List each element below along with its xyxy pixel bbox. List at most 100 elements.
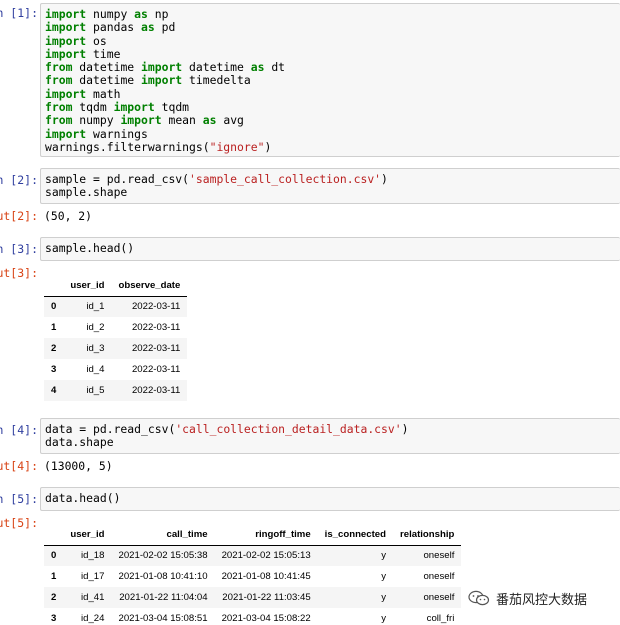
code-token: sample = pd.read_csv( xyxy=(45,172,190,186)
column-header: call_time xyxy=(111,524,215,546)
table-cell: 2021-01-08 10:41:10 xyxy=(118,571,208,582)
column-header: user_id xyxy=(63,275,112,297)
code-token: from xyxy=(45,100,73,115)
code-token: from xyxy=(45,60,73,75)
code-token: ) xyxy=(401,422,409,436)
code-line: from tqdm import tqdm xyxy=(45,100,616,115)
code-token: tqdm xyxy=(154,100,190,115)
code-token: from xyxy=(45,113,73,128)
code-token: 'call_collection_detail_data.csv' xyxy=(175,422,402,436)
code-cell-5[interactable]: data.head() xyxy=(40,487,620,511)
code-cell-3[interactable]: sample.head() xyxy=(40,237,620,261)
row-index: 3 xyxy=(51,364,57,375)
code-token: numpy xyxy=(86,7,135,21)
code-cell-1[interactable]: import numpy as np import pandas as pd imp… xyxy=(40,3,620,157)
table-cell: id_4 xyxy=(86,364,105,375)
code-line: import warnings xyxy=(45,126,616,141)
code-token: pd xyxy=(154,20,176,35)
input-prompt-1: In [1]: xyxy=(0,6,38,20)
column-header: observe_date xyxy=(111,275,188,297)
code-token: time xyxy=(86,46,121,61)
code-line: import time xyxy=(45,46,616,61)
row-index: 1 xyxy=(51,322,57,333)
code-token: sample.head() xyxy=(45,241,135,255)
table-cell: 2022-03-11 xyxy=(131,301,181,313)
row-index: 0 xyxy=(51,301,57,313)
table-row: 0 id_18 2021-02-02 15:05:38 2021-02-02 15:0… xyxy=(44,545,462,566)
code-token: as xyxy=(134,7,148,21)
code-token: datetime xyxy=(182,60,251,75)
table-cell: id_18 xyxy=(81,550,105,562)
code-token: ) xyxy=(381,172,388,186)
table-cell: id_17 xyxy=(81,571,105,582)
dataframe-table-5: user_id call_time ringoff_time is_connected… xyxy=(44,524,462,625)
row-index: 1 xyxy=(51,571,57,582)
code-token: "ignore" xyxy=(209,139,265,154)
code-token: warnings xyxy=(86,126,148,141)
code-line: warnings.filterwarnings("ignore") xyxy=(45,139,616,154)
table-cell: id_1 xyxy=(86,301,105,313)
code-token: import xyxy=(45,33,87,48)
code-token: 'sample_call_collection.csv' xyxy=(189,172,382,186)
code-token: numpy xyxy=(72,113,121,128)
table-cell: oneself xyxy=(423,571,455,582)
output-text-4: (13000, 5) xyxy=(44,459,113,473)
code-line: from numpy import mean as avg xyxy=(45,114,616,127)
column-header: ringoff_time xyxy=(214,524,318,546)
row-index: 0 xyxy=(51,550,57,562)
table-cell: 2021-01-08 10:41:45 xyxy=(221,571,311,582)
table-cell: 2022-03-11 xyxy=(131,343,181,354)
code-cell-2[interactable]: sample = pd.read_csv('sample_call_collec… xyxy=(40,168,620,204)
dataframe-table-3: user_id observe_date 0 id_1 2022-03-11 1 id_2 2… xyxy=(44,275,188,401)
code-line: data.shape xyxy=(45,436,616,449)
code-token: as xyxy=(250,60,265,75)
table-cell: oneself xyxy=(423,550,455,562)
table-cell: id_5 xyxy=(86,385,105,396)
code-line: from datetime import timedelta xyxy=(45,74,616,87)
code-line: data = pd.read_csv('call_collection_deta… xyxy=(45,422,616,436)
table-cell: id_2 xyxy=(86,322,105,333)
input-prompt-4: In [4]: xyxy=(0,423,38,437)
code-token: data.head() xyxy=(45,491,121,505)
table-cell: 2021-01-22 11:04:04 xyxy=(119,592,208,603)
code-token: import xyxy=(113,100,155,115)
row-index: 4 xyxy=(51,385,57,396)
code-token: import xyxy=(45,46,87,61)
code-line: import math xyxy=(45,86,616,101)
column-header: is_connected xyxy=(317,524,393,546)
table-row: 2 id_41 2021-01-22 11:04:04 2021-01-22 11:0… xyxy=(44,587,462,608)
code-token: datetime xyxy=(72,73,142,88)
table-cell: id_41 xyxy=(81,592,105,603)
table-cell: oneself xyxy=(423,592,455,603)
code-token: datetime xyxy=(72,60,142,75)
table-row: 2 id_3 2022-03-11 xyxy=(44,338,188,359)
table-cell: y xyxy=(381,571,386,582)
table-cell: 2021-01-22 11:03:45 xyxy=(222,592,311,603)
code-token: dt xyxy=(264,60,286,75)
wechat-icon xyxy=(468,590,490,606)
code-line: sample.head() xyxy=(45,241,616,255)
watermark: 番茄风控大数据 xyxy=(468,588,587,608)
input-prompt-3: In [3]: xyxy=(0,242,38,256)
table-cell: 2022-03-11 xyxy=(131,322,181,333)
code-line: import numpy as np xyxy=(45,7,616,21)
index-header xyxy=(44,275,64,297)
table-cell: id_3 xyxy=(86,343,105,354)
output-prompt-3: Out[3]: xyxy=(0,266,38,280)
code-token: data = pd.read_csv( xyxy=(45,422,176,436)
column-header: user_id xyxy=(63,524,112,546)
table-cell: 2021-02-02 15:05:38 xyxy=(118,550,208,562)
code-token: avg xyxy=(216,113,244,128)
code-token: import xyxy=(45,86,87,101)
code-token: import xyxy=(45,126,87,141)
code-cell-4[interactable]: data = pd.read_csv('call_collection_deta… xyxy=(40,418,620,454)
code-line: data.head() xyxy=(45,491,616,505)
watermark-text: 番茄风控大数据 xyxy=(496,592,588,608)
output-prompt-4: Out[4]: xyxy=(0,459,38,473)
code-token: np xyxy=(147,7,169,21)
code-token: mean xyxy=(161,113,203,128)
table-cell: y xyxy=(381,613,386,624)
code-token: tqdm xyxy=(72,100,114,115)
index-header xyxy=(44,524,64,546)
table-row: 0 id_1 2022-03-11 xyxy=(44,296,188,317)
